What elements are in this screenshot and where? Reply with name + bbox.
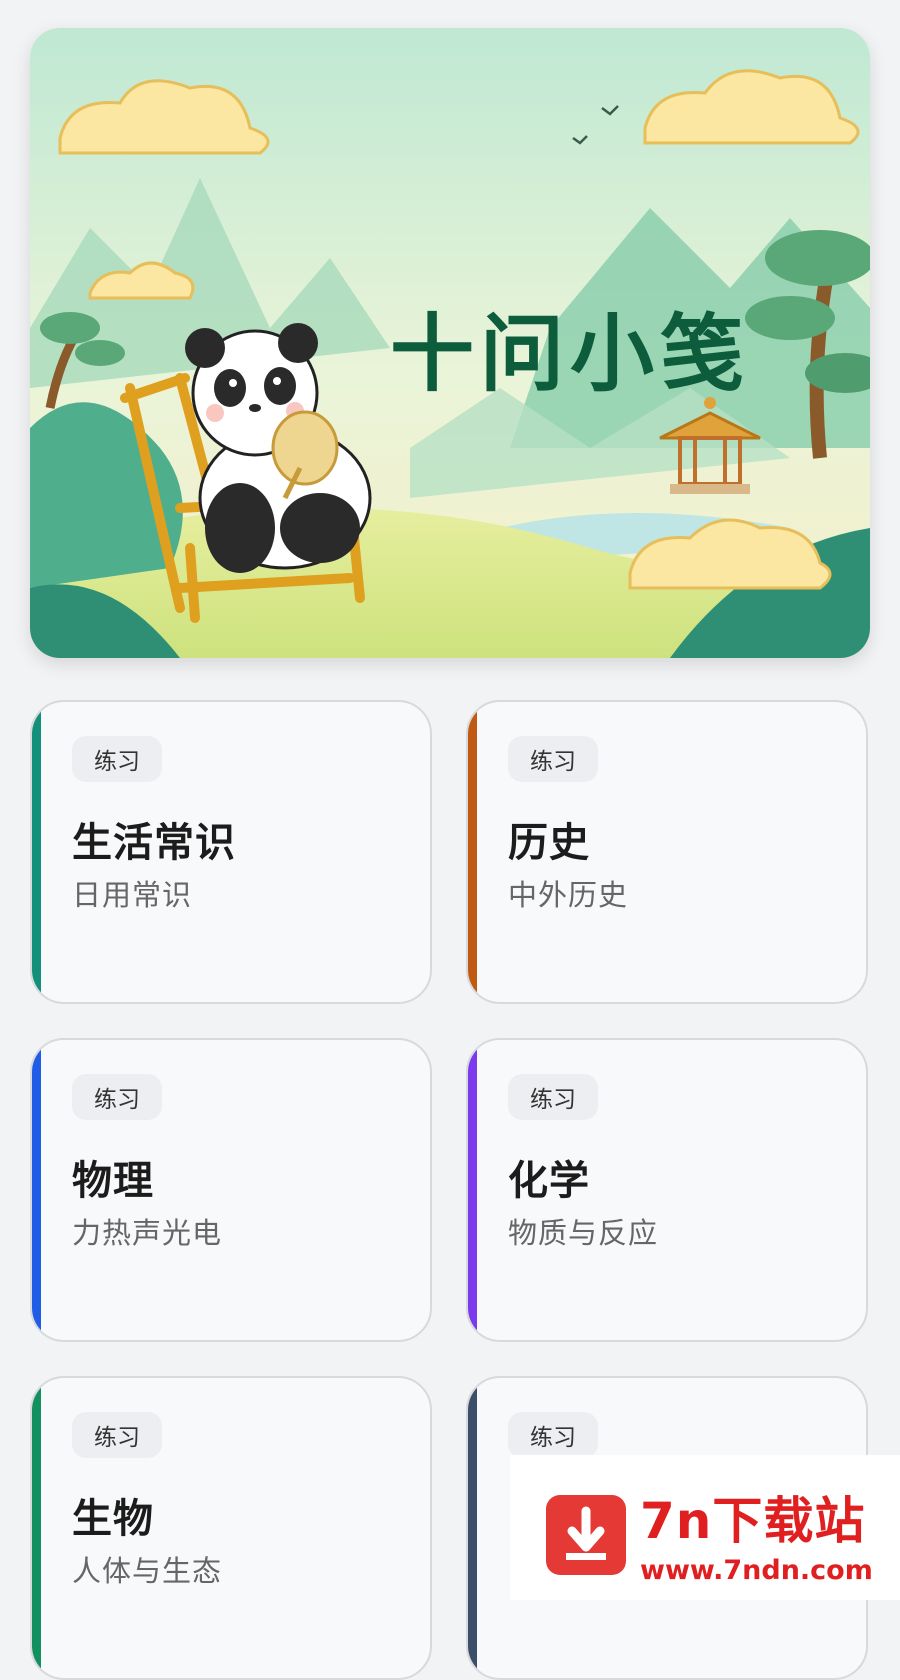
practice-tag: 练习	[508, 1412, 598, 1458]
category-card-life[interactable]: 练习 生活常识 日用常识	[30, 700, 432, 1004]
category-card-history[interactable]: 练习 历史 中外历史	[466, 700, 868, 1004]
card-title: 生活常识	[72, 820, 236, 866]
card-subtitle: 人体与生态	[72, 1554, 223, 1588]
category-card-biology[interactable]: 练习 生物 人体与生态	[30, 1376, 432, 1680]
card-accent	[32, 1040, 41, 1340]
download-icon	[546, 1495, 626, 1575]
card-subtitle: 物质与反应	[508, 1216, 659, 1250]
card-title: 生物	[72, 1496, 154, 1542]
watermark-url: www.7ndn.com	[640, 1555, 873, 1586]
card-accent	[468, 1378, 477, 1678]
banner-title: 十问小笺	[390, 305, 750, 403]
card-subtitle: 中外历史	[508, 878, 629, 912]
category-card-physics[interactable]: 练习 物理 力热声光电	[30, 1038, 432, 1342]
card-subtitle: 力热声光电	[72, 1216, 223, 1250]
practice-tag: 练习	[72, 736, 162, 782]
hero-banner[interactable]: 十问小笺	[30, 28, 870, 658]
practice-tag: 练习	[72, 1412, 162, 1458]
card-accent	[468, 1040, 477, 1340]
card-title: 化学	[508, 1158, 590, 1204]
card-accent	[32, 702, 41, 1002]
category-card-chemistry[interactable]: 练习 化学 物质与反应	[466, 1038, 868, 1342]
card-accent	[32, 1378, 41, 1678]
watermark: 7n下载站 www.7ndn.com	[510, 1455, 900, 1600]
card-accent	[468, 702, 477, 1002]
practice-tag: 练习	[72, 1074, 162, 1120]
practice-tag: 练习	[508, 1074, 598, 1120]
watermark-title: 7n下载站	[640, 1492, 866, 1550]
card-title: 历史	[508, 820, 590, 866]
card-title: 物理	[72, 1158, 154, 1204]
hero-illustration: 十问小笺	[30, 28, 870, 658]
card-subtitle: 日用常识	[72, 878, 193, 912]
practice-tag: 练习	[508, 736, 598, 782]
